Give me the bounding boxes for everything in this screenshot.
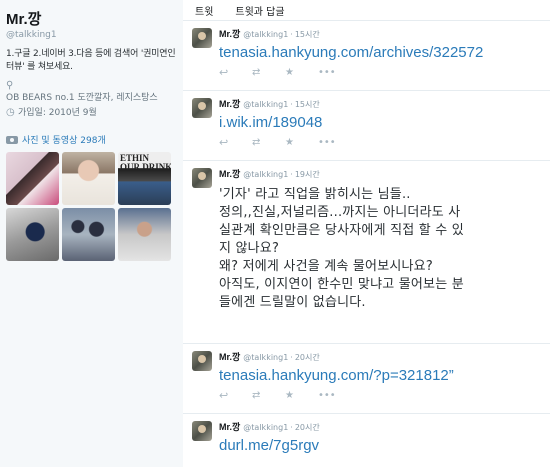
avatar[interactable] bbox=[192, 351, 212, 371]
separator-dot: · bbox=[290, 170, 293, 179]
tweet-actions: ↩ ⇄ ★ ••• bbox=[219, 135, 542, 149]
tweet-header: Mr.깡 @talkking1 · 20시간 bbox=[219, 350, 542, 363]
separator-dot: · bbox=[290, 100, 293, 109]
tweet-author-handle[interactable]: @talkking1 bbox=[243, 423, 288, 432]
profile-location-text-row: OB BEARS no.1 도깐깔자, 레지스탕스 bbox=[6, 92, 177, 104]
profile-bio: 1.구글 2.네이버 3.다음 등에 검색어 '권미연인터뷰' 를 쳐보세요. bbox=[6, 49, 176, 72]
profile-name[interactable]: Mr.깡 bbox=[6, 8, 177, 29]
photo-thumb[interactable] bbox=[6, 152, 59, 205]
favorite-icon[interactable]: ★ bbox=[285, 137, 318, 148]
photo-thumb[interactable] bbox=[62, 208, 115, 261]
tweet-link[interactable]: i.wik.im/189048 bbox=[219, 114, 542, 131]
tweet-time[interactable]: 20시간 bbox=[295, 422, 320, 433]
tweet-author-name[interactable]: Mr.깡 bbox=[219, 27, 240, 40]
tweet-header: Mr.깡 @talkking1 · 15시간 bbox=[219, 27, 542, 40]
tweet-author-handle[interactable]: @talkking1 bbox=[243, 100, 288, 109]
tweet-actions: ↩ ⇄ ★ ••• bbox=[219, 388, 542, 402]
timeline-tabs: 트윗 트윗과 답글 bbox=[183, 0, 550, 21]
tweet-time[interactable]: 15시간 bbox=[295, 99, 320, 110]
tweet-text-line: 왜? 저에게 사건을 계속 물어보시나요? bbox=[219, 259, 433, 274]
tweet-text-line: '기자' 라고 직업을 밝히시는 님들.. bbox=[219, 187, 411, 202]
avatar[interactable] bbox=[192, 421, 212, 441]
reply-icon[interactable]: ↩ bbox=[219, 66, 252, 79]
tweet-link[interactable]: tenasia.hankyung.com/?p=321812” bbox=[219, 367, 542, 384]
tweet-link[interactable]: durl.me/7g5rgv bbox=[219, 437, 542, 454]
tab-tweets[interactable]: 트윗 bbox=[195, 3, 213, 18]
profile-location-text: OB BEARS no.1 도깐깔자, 레지스탕스 bbox=[6, 93, 158, 103]
tweet-author-handle[interactable]: @talkking1 bbox=[243, 353, 288, 362]
profile-joined: ◷ 가입일: 2010년 9월 bbox=[6, 107, 177, 119]
tweet-text-line: 지 않나요? bbox=[219, 241, 280, 256]
favorite-icon[interactable]: ★ bbox=[285, 67, 318, 78]
tweet-author-handle[interactable]: @talkking1 bbox=[243, 170, 288, 179]
calendar-icon: ◷ bbox=[6, 107, 15, 118]
profile-joined-text: 가입일: 2010년 9월 bbox=[18, 108, 97, 118]
tweet-text: '기자' 라고 직업을 밝히시는 님들.. 정의,,진실,저널리즘...까지는 … bbox=[219, 186, 542, 312]
photo-thumb[interactable] bbox=[6, 208, 59, 261]
tweet-link[interactable]: tenasia.hankyung.com/archives/322572 bbox=[219, 44, 542, 61]
tweet-text-line: 아직도, 이지연이 한수민 맞냐고 물어보는 분 bbox=[219, 277, 464, 292]
profile-location: ⚲ bbox=[6, 80, 177, 92]
tweet-author-name[interactable]: Mr.깡 bbox=[219, 420, 240, 433]
tweet-item[interactable]: Mr.깡 @talkking1 · 20시간 durl.me/7g5rgv bbox=[183, 414, 550, 467]
tab-tweets-and-replies[interactable]: 트윗과 답글 bbox=[235, 3, 284, 18]
retweet-icon[interactable]: ⇄ bbox=[252, 137, 285, 148]
tweet-actions: ↩ ⇄ ★ ••• bbox=[219, 65, 542, 79]
tweet-text-line: 들에겐 드릴말이 없습니다. bbox=[219, 295, 366, 310]
photo-grid: ETHIN OUR DRINK bbox=[6, 152, 177, 261]
more-icon[interactable]: ••• bbox=[318, 67, 351, 78]
tweet-time[interactable]: 20시간 bbox=[295, 352, 320, 363]
reply-icon[interactable]: ↩ bbox=[219, 136, 252, 149]
location-icon: ⚲ bbox=[6, 80, 14, 91]
tweet-time[interactable]: 15시간 bbox=[295, 29, 320, 40]
separator-dot: · bbox=[290, 353, 293, 362]
more-icon[interactable]: ••• bbox=[318, 137, 351, 148]
photo-thumb[interactable]: ETHIN OUR DRINK bbox=[118, 152, 171, 205]
photo-thumb[interactable] bbox=[62, 152, 115, 205]
tweet-author-name[interactable]: Mr.깡 bbox=[219, 350, 240, 363]
photos-videos-link[interactable]: 사진 및 동영상 298개 bbox=[6, 133, 177, 146]
profile-sidebar: Mr.깡 @talkking1 1.구글 2.네이버 3.다음 등에 검색어 '… bbox=[0, 0, 183, 467]
separator-dot: · bbox=[290, 423, 293, 432]
tweet-item[interactable]: Mr.깡 @talkking1 · 15시간 i.wik.im/189048 ↩… bbox=[183, 91, 550, 161]
camera-icon bbox=[6, 135, 18, 144]
tweet-time[interactable]: 19시간 bbox=[295, 169, 320, 180]
avatar[interactable] bbox=[192, 98, 212, 118]
tweet-item[interactable]: Mr.깡 @talkking1 · 15시간 tenasia.hankyung.… bbox=[183, 21, 550, 91]
reply-icon[interactable]: ↩ bbox=[219, 389, 252, 402]
tweet-author-handle[interactable]: @talkking1 bbox=[243, 30, 288, 39]
photo-thumb[interactable] bbox=[118, 208, 171, 261]
more-icon[interactable]: ••• bbox=[318, 390, 351, 401]
photos-videos-label[interactable]: 사진 및 동영상 298개 bbox=[22, 133, 106, 146]
retweet-icon[interactable]: ⇄ bbox=[252, 67, 285, 78]
tweet-text-line: 실관계 확인만큼은 당사자에게 직접 할 수 있 bbox=[219, 223, 464, 238]
tweet-item[interactable]: Mr.깡 @talkking1 · 20시간 tenasia.hankyung.… bbox=[183, 344, 550, 414]
favorite-icon[interactable]: ★ bbox=[285, 390, 318, 401]
tweet-author-name[interactable]: Mr.깡 bbox=[219, 97, 240, 110]
retweet-icon[interactable]: ⇄ bbox=[252, 390, 285, 401]
avatar[interactable] bbox=[192, 168, 212, 188]
profile-handle[interactable]: @talkking1 bbox=[6, 30, 177, 40]
timeline: 트윗 트윗과 답글 Mr.깡 @talkking1 · 15시간 tenasia… bbox=[183, 0, 550, 467]
tweet-item[interactable]: Mr.깡 @talkking1 · 19시간 '기자' 라고 직업을 밝히시는 … bbox=[183, 161, 550, 344]
tweet-header: Mr.깡 @talkking1 · 15시간 bbox=[219, 97, 542, 110]
tweet-author-name[interactable]: Mr.깡 bbox=[219, 167, 240, 180]
photo-thumb-text: ETHIN OUR DRINK bbox=[120, 153, 171, 172]
separator-dot: · bbox=[290, 30, 293, 39]
tweet-text-line: 정의,,진실,저널리즘...까지는 아니더라도 사 bbox=[219, 205, 461, 220]
tweet-header: Mr.깡 @talkking1 · 20시간 bbox=[219, 420, 542, 433]
tweet-header: Mr.깡 @talkking1 · 19시간 bbox=[219, 167, 542, 180]
avatar[interactable] bbox=[192, 28, 212, 48]
